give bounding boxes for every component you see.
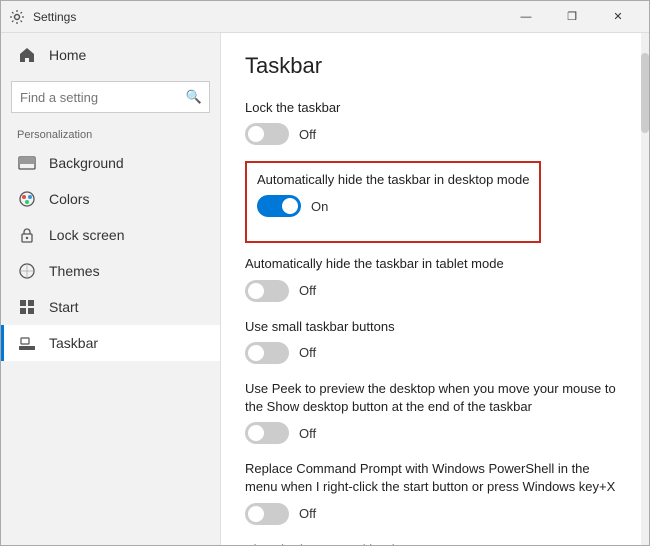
auto-hide-desktop-knob (282, 198, 298, 214)
small-buttons-knob (248, 345, 264, 361)
lock-screen-label: Lock screen (49, 227, 124, 243)
close-button[interactable]: ✕ (595, 1, 641, 33)
main-wrapper: Taskbar Lock the taskbar Off Automatical… (221, 33, 649, 545)
lock-taskbar-toggle[interactable] (245, 123, 289, 145)
peek-toggle[interactable] (245, 422, 289, 444)
maximize-button[interactable]: ❐ (549, 1, 595, 33)
sidebar-item-start[interactable]: Start (1, 289, 220, 325)
setting-badges: Show badges on taskbar buttons On (245, 541, 625, 546)
setting-auto-hide-tablet: Automatically hide the taskbar in tablet… (245, 255, 625, 301)
background-label: Background (49, 155, 124, 171)
page-title: Taskbar (245, 53, 625, 79)
sidebar-item-taskbar[interactable]: Taskbar (1, 325, 220, 361)
window-controls: — ❐ ✕ (503, 1, 641, 33)
auto-hide-desktop-toggle-row: On (257, 195, 529, 217)
auto-hide-tablet-toggle[interactable] (245, 280, 289, 302)
sidebar-item-background[interactable]: Background (1, 145, 220, 181)
window-title: Settings (33, 10, 503, 24)
powershell-toggle[interactable] (245, 503, 289, 525)
home-icon (17, 45, 37, 65)
small-buttons-label: Use small taskbar buttons (245, 318, 625, 336)
auto-hide-tablet-knob (248, 283, 264, 299)
small-buttons-toggle[interactable] (245, 342, 289, 364)
settings-window-icon (9, 9, 25, 25)
search-input[interactable] (11, 81, 210, 113)
setting-auto-hide-desktop: Automatically hide the taskbar in deskto… (257, 171, 529, 217)
setting-small-buttons: Use small taskbar buttons Off (245, 318, 625, 364)
section-label: Personalization (1, 121, 220, 145)
sidebar-item-home[interactable]: Home (1, 33, 220, 77)
sidebar: Home 🔍 Personalization Background Co (1, 33, 221, 545)
minimize-button[interactable]: — (503, 1, 549, 33)
small-buttons-toggle-row: Off (245, 342, 625, 364)
powershell-label: Replace Command Prompt with Windows Powe… (245, 460, 625, 496)
auto-hide-tablet-state: Off (299, 283, 316, 298)
taskbar-icon (17, 333, 37, 353)
peek-knob (248, 425, 264, 441)
highlight-auto-hide-desktop: Automatically hide the taskbar in deskto… (245, 161, 541, 243)
taskbar-label: Taskbar (49, 335, 98, 351)
setting-powershell: Replace Command Prompt with Windows Powe… (245, 460, 625, 524)
lock-taskbar-label: Lock the taskbar (245, 99, 625, 117)
auto-hide-tablet-label: Automatically hide the taskbar in tablet… (245, 255, 625, 273)
auto-hide-desktop-state: On (311, 199, 328, 214)
peek-label: Use Peek to preview the desktop when you… (245, 380, 625, 416)
setting-lock-taskbar: Lock the taskbar Off (245, 99, 625, 145)
window-content: Home 🔍 Personalization Background Co (1, 33, 649, 545)
powershell-knob (248, 506, 264, 522)
auto-hide-desktop-toggle[interactable] (257, 195, 301, 217)
scrollbar-track[interactable] (641, 33, 649, 545)
main-content: Taskbar Lock the taskbar Off Automatical… (221, 33, 649, 545)
setting-peek: Use Peek to preview the desktop when you… (245, 380, 625, 444)
lock-screen-icon (17, 225, 37, 245)
small-buttons-state: Off (299, 345, 316, 360)
powershell-state: Off (299, 506, 316, 521)
sidebar-item-lock-screen[interactable]: Lock screen (1, 217, 220, 253)
badges-label: Show badges on taskbar buttons (245, 541, 625, 546)
lock-taskbar-state: Off (299, 127, 316, 142)
lock-taskbar-knob (248, 126, 264, 142)
home-label: Home (49, 47, 86, 63)
titlebar: Settings — ❐ ✕ (1, 1, 649, 33)
lock-taskbar-toggle-row: Off (245, 123, 625, 145)
sidebar-item-colors[interactable]: Colors (1, 181, 220, 217)
auto-hide-tablet-toggle-row: Off (245, 280, 625, 302)
powershell-toggle-row: Off (245, 503, 625, 525)
peek-state: Off (299, 426, 316, 441)
search-icon: 🔍 (186, 89, 202, 105)
colors-icon (17, 189, 37, 209)
search-box: 🔍 (11, 81, 210, 113)
start-label: Start (49, 299, 79, 315)
settings-window: Settings — ❐ ✕ Home 🔍 (0, 0, 650, 546)
themes-label: Themes (49, 263, 100, 279)
background-icon (17, 153, 37, 173)
sidebar-item-themes[interactable]: Themes (1, 253, 220, 289)
start-icon (17, 297, 37, 317)
scrollbar-thumb[interactable] (641, 53, 649, 133)
auto-hide-desktop-label: Automatically hide the taskbar in deskto… (257, 171, 529, 189)
themes-icon (17, 261, 37, 281)
colors-label: Colors (49, 191, 89, 207)
peek-toggle-row: Off (245, 422, 625, 444)
